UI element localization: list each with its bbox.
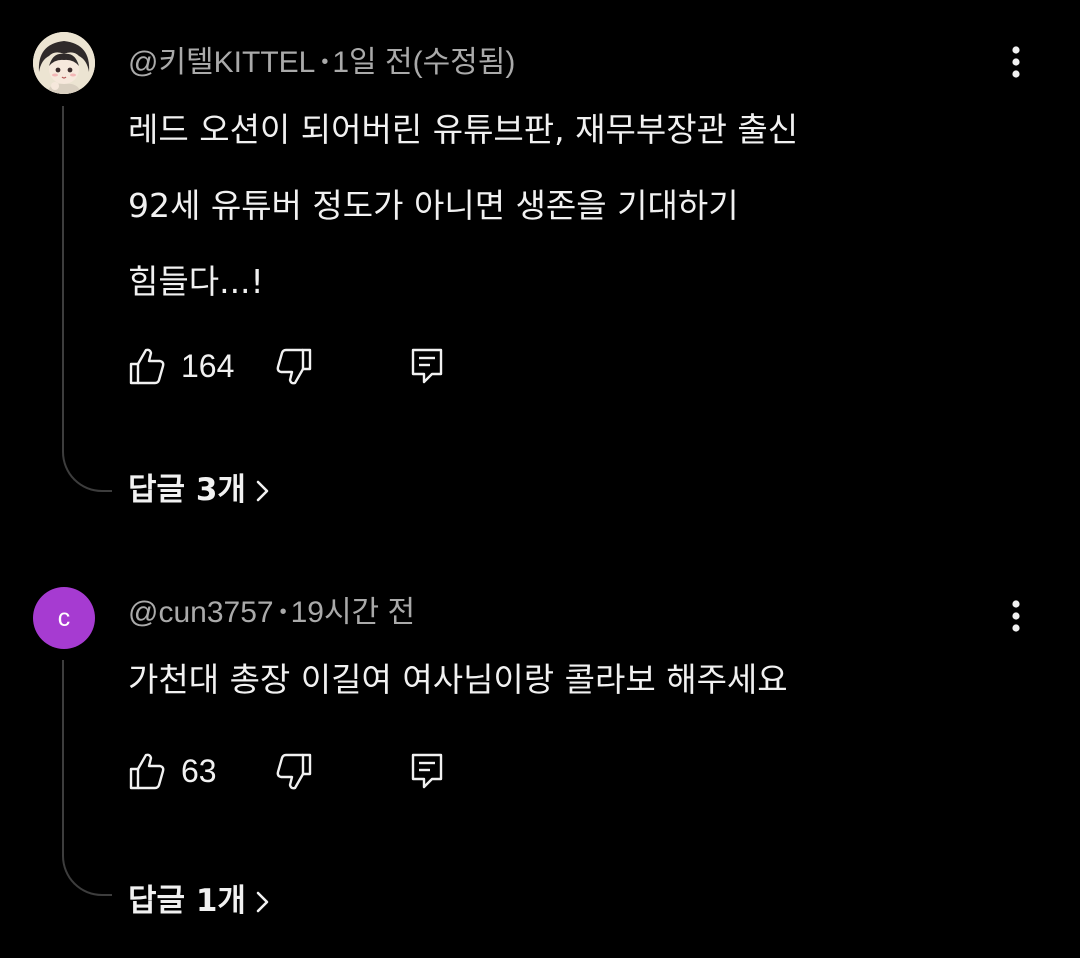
comment-reply-icon [411,348,443,384]
author-avatar[interactable] [33,32,95,94]
comment-reply-icon [411,753,443,789]
reply-button[interactable] [410,751,444,791]
view-replies-button[interactable]: 답글 1개 [128,881,270,921]
comment-menu-button[interactable] [1000,42,1032,82]
replies-label: 답글 1개 [128,883,246,919]
comment-time: 19시간 전 [290,596,416,629]
comment-meta: @키텔KITTEL • 1일 전(수정됨) [128,42,515,83]
comment-text-line: 레드 오션이 되어버린 유튜브판, 재무부장관 출신 [128,110,799,149]
chevron-right-icon [256,480,269,502]
comment-time: 1일 전(수정됨) [332,46,516,79]
author-avatar[interactable]: c [33,587,95,649]
author-name[interactable]: @키텔KITTEL [128,46,315,79]
more-vert-icon [1012,46,1020,78]
like-count: 63 [181,753,217,789]
thumbs-up-icon [129,753,165,790]
chevron-right-icon [256,891,269,913]
view-replies-button[interactable]: 답글 3개 [128,470,270,510]
comment-text: 가천대 총장 이길여 여사님이랑 콜라보 해주세요 [128,642,788,718]
separator-dot: • [279,601,287,623]
replies-label: 답글 3개 [128,472,246,508]
thumbs-up-icon [129,348,165,385]
thread-line [62,660,112,896]
comment-text-line: 가천대 총장 이길여 여사님이랑 콜라보 해주세요 [128,660,788,699]
like-count: 164 [181,348,235,384]
comment-text-line: 92세 유튜버 정도가 아니면 생존을 기대하기 [128,186,739,225]
thumbs-down-icon [276,753,312,790]
reply-button[interactable] [410,346,444,386]
like-button[interactable] [128,751,168,791]
like-button[interactable] [128,346,168,386]
anime-character-avatar-icon [33,32,95,94]
dislike-button[interactable] [275,346,315,386]
comment-text: 레드 오션이 되어버린 유튜브판, 재무부장관 출신 92세 유튜버 정도가 아… [128,92,798,320]
separator-dot: • [321,51,329,73]
thread-line [62,106,112,492]
dislike-button[interactable] [275,751,315,791]
comment-menu-button[interactable] [1000,596,1032,636]
comment-text-line: 힘들다...! [128,262,264,301]
more-vert-icon [1012,600,1020,632]
comment-meta: @cun3757 • 19시간 전 [128,592,415,633]
avatar-letter: c [57,604,71,632]
thumbs-down-icon [276,348,312,385]
author-name[interactable]: @cun3757 [128,596,274,629]
